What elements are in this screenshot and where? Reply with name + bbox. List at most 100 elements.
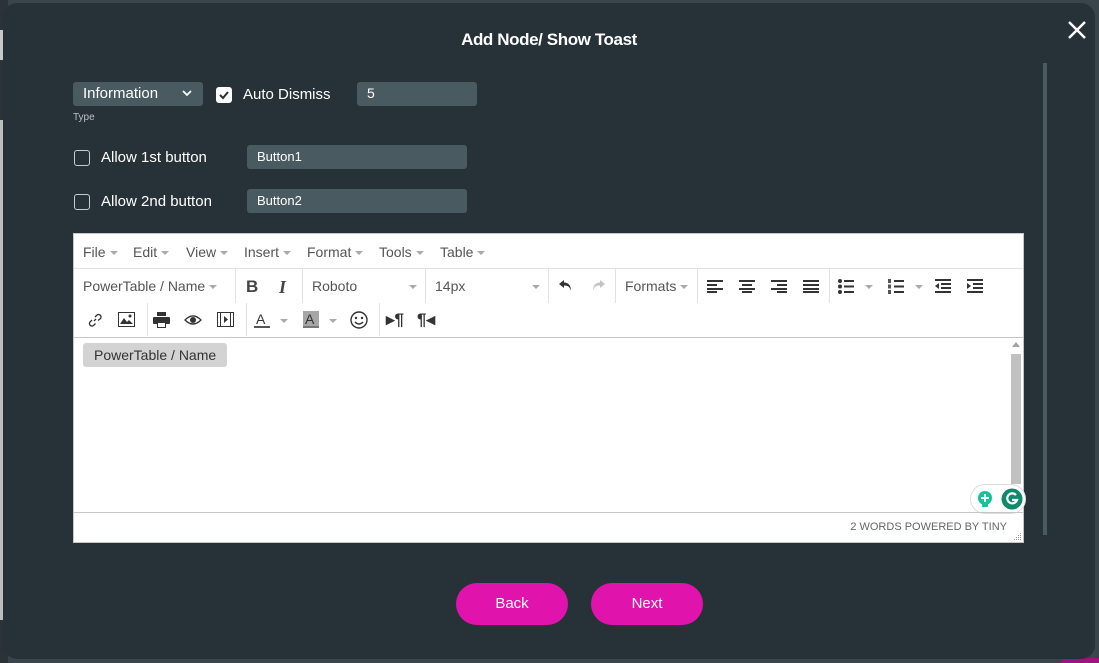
caret-down-icon [220, 251, 229, 256]
menu-insert-label: Insert [244, 244, 280, 260]
font-size-dropdown[interactable]: 14px [435, 278, 465, 294]
caret-down-icon [109, 251, 118, 256]
menu-view[interactable]: View [186, 244, 229, 260]
toolbar-separator [246, 303, 247, 336]
menu-insert[interactable]: Insert [244, 244, 292, 260]
dialog-scrollbar[interactable] [1043, 63, 1047, 535]
editor-toolbar-row-2: A A ▸¶ ¶◂ [74, 303, 1023, 338]
redo-icon[interactable] [590, 279, 606, 293]
caret-down-icon[interactable] [329, 319, 337, 323]
caret-down-icon [209, 285, 218, 290]
menu-tools[interactable]: Tools [379, 244, 424, 260]
caret-down-icon [415, 251, 424, 256]
indent-icon[interactable] [967, 279, 983, 293]
scroll-up-arrow-icon[interactable] [1012, 342, 1020, 347]
merge-field-tag[interactable]: PowerTable / Name [83, 343, 228, 367]
outdent-icon[interactable] [935, 279, 951, 293]
toolbar-separator [379, 303, 380, 336]
font-family-value: Roboto [312, 278, 358, 294]
image-icon[interactable] [118, 312, 135, 327]
grammarly-widget[interactable] [970, 484, 1026, 514]
caret-down-icon [161, 251, 170, 256]
close-button[interactable] [1066, 19, 1088, 41]
scrollbar-thumb[interactable] [1011, 354, 1021, 484]
lightbulb-icon[interactable] [976, 490, 994, 509]
type-select[interactable]: Information [73, 82, 203, 106]
button2-text-input[interactable]: Button2 [247, 189, 467, 213]
caret-down-icon [680, 285, 689, 290]
allow-1st-button-label: Allow 1st button [101, 149, 207, 166]
caret-down-icon [477, 251, 486, 256]
button1-text-input[interactable]: Button1 [247, 145, 467, 169]
print-icon[interactable] [153, 312, 170, 328]
undo-icon[interactable] [558, 279, 574, 293]
toolbar-separator [235, 269, 236, 303]
word-count-status: 2 WORDS POWERED BY TINY [850, 521, 1007, 533]
auto-dismiss-checkbox[interactable] [216, 87, 232, 103]
auto-dismiss-seconds-input[interactable]: 5 [357, 82, 477, 106]
checkmark-icon [219, 91, 229, 100]
resize-handle-icon[interactable] [1014, 533, 1022, 541]
align-right-icon[interactable] [771, 280, 787, 293]
next-button[interactable]: Next [591, 583, 703, 625]
align-center-icon[interactable] [739, 280, 755, 293]
ltr-paragraph-icon[interactable]: ▸¶ [386, 310, 404, 330]
numbered-list-icon[interactable] [888, 279, 904, 294]
editor-statusbar: 2 WORDS POWERED BY TINY [74, 512, 1023, 542]
menu-table-label: Table [440, 244, 474, 260]
block-format-value: PowerTable / Name [83, 278, 206, 294]
toolbar-separator [697, 269, 698, 303]
type-select-value: Information [83, 85, 159, 102]
editor-toolbar-row-1: PowerTable / Name B I Roboto 14px Format… [74, 269, 1023, 303]
formats-label: Formats [625, 278, 677, 294]
block-format-dropdown[interactable]: PowerTable / Name [83, 278, 218, 294]
toolbar-separator [548, 269, 549, 303]
svg-text:A: A [305, 311, 315, 327]
caret-down-icon [409, 285, 417, 289]
font-size-value: 14px [435, 278, 466, 294]
media-icon[interactable] [217, 312, 234, 327]
emoji-icon[interactable] [350, 311, 368, 329]
auto-dismiss-label: Auto Dismiss [243, 86, 331, 103]
back-button[interactable]: Back [456, 583, 568, 625]
caret-down-icon[interactable] [865, 285, 873, 289]
editor-menubar: File Edit View Insert Format Tools Table [74, 234, 1023, 269]
menu-format[interactable]: Format [307, 244, 364, 260]
menu-file[interactable]: File [83, 244, 118, 260]
italic-icon[interactable]: I [279, 277, 286, 298]
menu-tools-label: Tools [379, 244, 412, 260]
menu-edit-label: Edit [133, 244, 158, 260]
background-color-icon[interactable]: A [303, 311, 319, 329]
align-justify-icon[interactable] [803, 280, 819, 293]
toolbar-separator [829, 269, 830, 303]
grammarly-icon[interactable] [1001, 488, 1023, 510]
rtl-paragraph-icon[interactable]: ¶◂ [417, 310, 435, 330]
dialog-title: Add Node/ Show Toast [461, 30, 637, 49]
allow-2nd-button-checkbox[interactable] [74, 194, 90, 210]
svg-text:A: A [256, 311, 266, 327]
rich-text-editor: File Edit View Insert Format Tools Table… [73, 233, 1026, 543]
toolbar-separator [425, 269, 426, 303]
formats-dropdown[interactable]: Formats [625, 278, 689, 294]
allow-1st-button-checkbox[interactable] [74, 150, 90, 166]
toolbar-separator [302, 269, 303, 303]
align-left-icon[interactable] [707, 280, 723, 293]
type-label: Type [73, 112, 95, 123]
caret-down-icon[interactable] [915, 285, 923, 289]
toolbar-separator [615, 269, 616, 303]
menu-table[interactable]: Table [440, 244, 486, 260]
text-color-icon[interactable]: A [254, 311, 270, 329]
caret-down-icon [283, 251, 292, 256]
link-icon[interactable] [87, 312, 103, 328]
caret-down-icon [355, 251, 364, 256]
caret-down-icon [532, 285, 540, 289]
menu-edit[interactable]: Edit [133, 244, 170, 260]
toolbar-separator [147, 303, 148, 336]
caret-down-icon[interactable] [280, 319, 288, 323]
preview-eye-icon[interactable] [184, 314, 202, 326]
bullet-list-icon[interactable] [838, 279, 854, 294]
editor-content-area[interactable]: PowerTable / Name [74, 338, 1009, 512]
bold-icon[interactable]: B [246, 277, 258, 297]
font-family-dropdown[interactable]: Roboto [312, 278, 357, 294]
chevron-down-icon [182, 90, 192, 97]
